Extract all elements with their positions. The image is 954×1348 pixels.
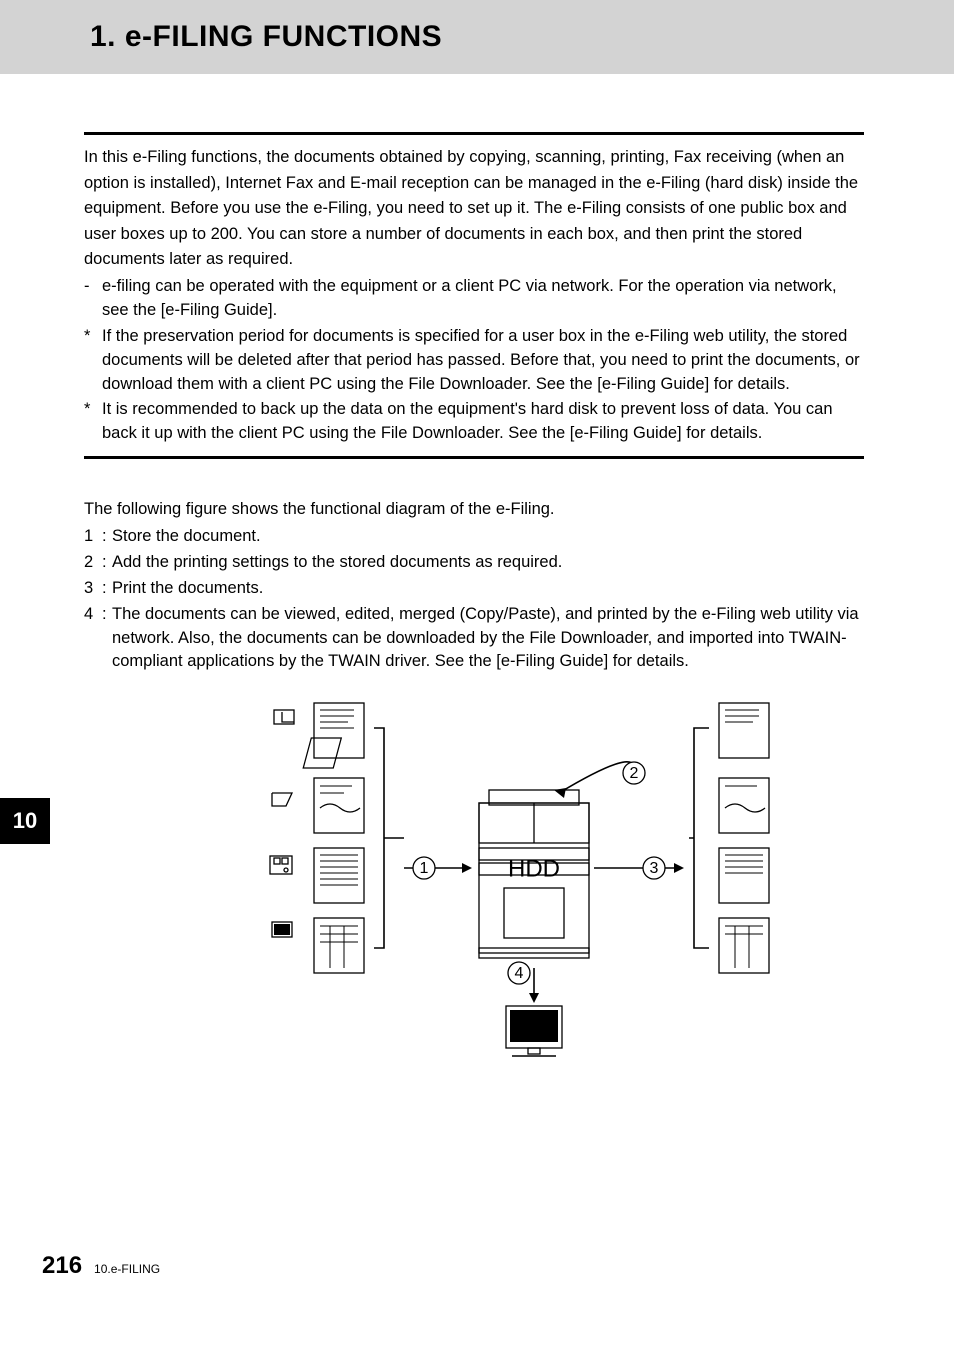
- callout-2-label: 2: [630, 766, 639, 783]
- numbered-item: 3 : Print the documents.: [84, 577, 864, 601]
- intro-paragraph: In this e-Filing functions, the document…: [84, 145, 864, 273]
- client-pc-icon: [506, 1006, 562, 1056]
- bullet-text: e-filing can be operated with the equipm…: [102, 275, 864, 323]
- diagram: 1 HDD 2 3: [134, 698, 814, 1068]
- footer-section: 10.e-FILING: [94, 1262, 160, 1276]
- hdd-label: HDD: [508, 856, 560, 883]
- bullet-list: - e-filing can be operated with the equi…: [84, 275, 864, 446]
- item-number: 4: [84, 603, 102, 675]
- callout-1-label: 1: [420, 861, 429, 878]
- rule-top: [84, 132, 864, 135]
- item-number: 1: [84, 525, 102, 549]
- item-number: 2: [84, 551, 102, 575]
- bullet-marker: *: [84, 398, 102, 446]
- numbered-item: 2 : Add the printing settings to the sto…: [84, 551, 864, 575]
- bullet-text: It is recommended to back up the data on…: [102, 398, 864, 446]
- item-colon: :: [102, 525, 112, 549]
- bullet-marker: *: [84, 325, 102, 397]
- bullet-item: - e-filing can be operated with the equi…: [84, 275, 864, 323]
- scan-icon: [272, 793, 292, 806]
- page-number: 216: [42, 1252, 82, 1280]
- item-colon: :: [102, 603, 112, 675]
- diagram-wrap: 1 HDD 2 3: [84, 698, 864, 1068]
- item-text: Print the documents.: [112, 577, 864, 601]
- title-bar: 1. e-FILING FUNCTIONS: [0, 0, 954, 74]
- numbered-item: 1 : Store the document.: [84, 525, 864, 549]
- numbered-item: 4 : The documents can be viewed, edited,…: [84, 603, 864, 675]
- right-doc-stack: [719, 703, 769, 973]
- bullet-item: * It is recommended to back up the data …: [84, 398, 864, 446]
- item-number: 3: [84, 577, 102, 601]
- item-text: The documents can be viewed, edited, mer…: [112, 603, 864, 675]
- rule-bottom: [84, 456, 864, 459]
- numbered-list: 1 : Store the document. 2 : Add the prin…: [84, 525, 864, 675]
- item-text: Store the document.: [112, 525, 864, 549]
- item-text: Add the printing settings to the stored …: [112, 551, 864, 575]
- bullet-text: If the preservation period for documents…: [102, 325, 864, 397]
- callout-4-label: 4: [515, 966, 524, 983]
- footer: 216 10.e-FILING: [42, 1252, 160, 1280]
- figure-intro: The following figure shows the functiona…: [84, 497, 864, 523]
- page-title: 1. e-FILING FUNCTIONS: [90, 20, 442, 54]
- callout-3-label: 3: [650, 861, 659, 878]
- item-colon: :: [102, 577, 112, 601]
- fax-icon: [270, 856, 292, 874]
- left-doc-stack: [303, 703, 364, 973]
- item-colon: :: [102, 551, 112, 575]
- copy-icon: [274, 710, 294, 724]
- chapter-tab: 10: [0, 798, 50, 844]
- monitor-icon: [272, 922, 292, 937]
- bullet-marker: -: [84, 275, 102, 323]
- content-area: In this e-Filing functions, the document…: [0, 132, 954, 1068]
- bullet-item: * If the preservation period for documen…: [84, 325, 864, 397]
